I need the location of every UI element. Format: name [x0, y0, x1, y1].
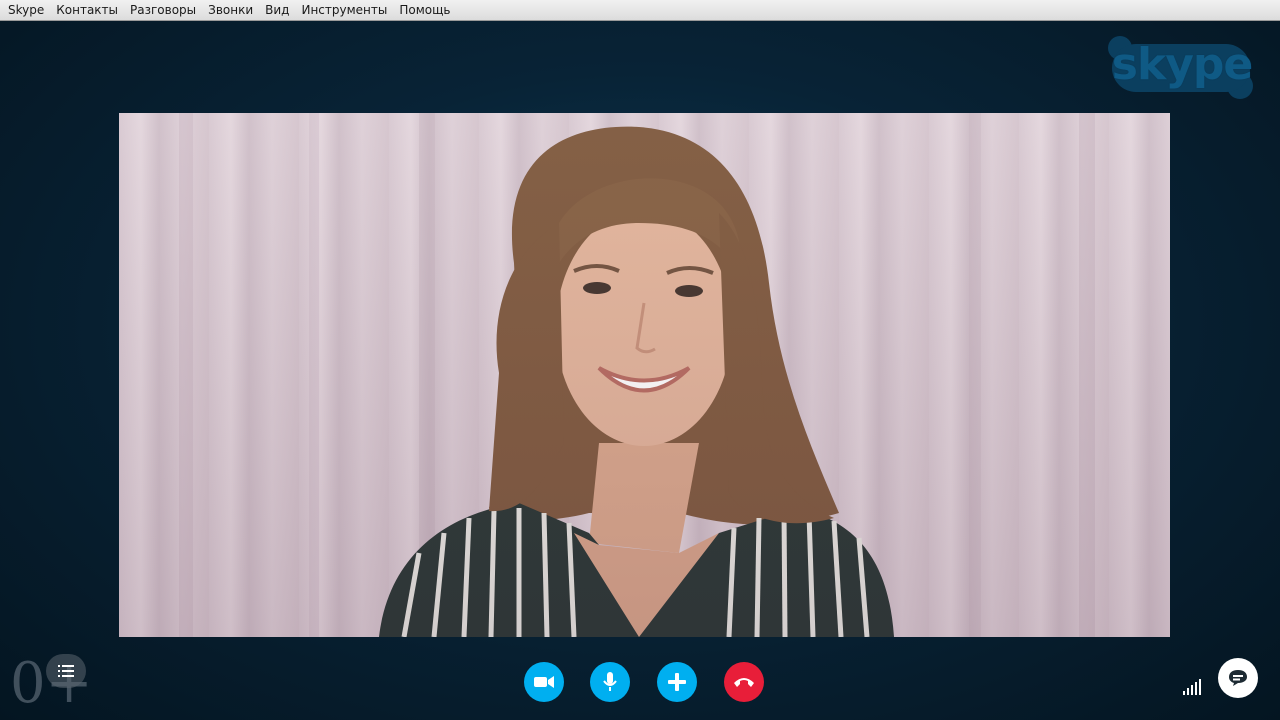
menu-bar: Skype Контакты Разговоры Звонки Вид Инст… [0, 0, 1280, 21]
add-to-call-button[interactable] [657, 662, 697, 702]
participants-list-button[interactable] [46, 654, 86, 688]
hang-up-button[interactable] [724, 662, 764, 702]
menu-view[interactable]: Вид [259, 0, 295, 21]
menu-conversations[interactable]: Разговоры [124, 0, 202, 21]
video-shade [119, 113, 1170, 637]
phone-hangup-icon [734, 678, 754, 687]
chat-button[interactable] [1218, 658, 1258, 698]
menu-calls[interactable]: Звонки [202, 0, 259, 21]
menu-help[interactable]: Помощь [393, 0, 456, 21]
skype-logo-text: skype [1111, 39, 1253, 90]
signal-strength-icon [1183, 679, 1201, 695]
chat-bubble-icon [1229, 670, 1247, 686]
menu-contacts[interactable]: Контакты [50, 0, 124, 21]
plus-icon [668, 673, 686, 691]
list-icon [58, 665, 74, 677]
menu-tools[interactable]: Инструменты [295, 0, 393, 21]
video-toggle-button[interactable] [524, 662, 564, 702]
skype-logo: skype [1106, 34, 1258, 104]
remote-video [119, 113, 1170, 637]
menu-skype[interactable]: Skype [2, 0, 50, 21]
video-camera-icon [534, 676, 554, 688]
mic-toggle-button[interactable] [590, 662, 630, 702]
microphone-icon [603, 672, 617, 691]
